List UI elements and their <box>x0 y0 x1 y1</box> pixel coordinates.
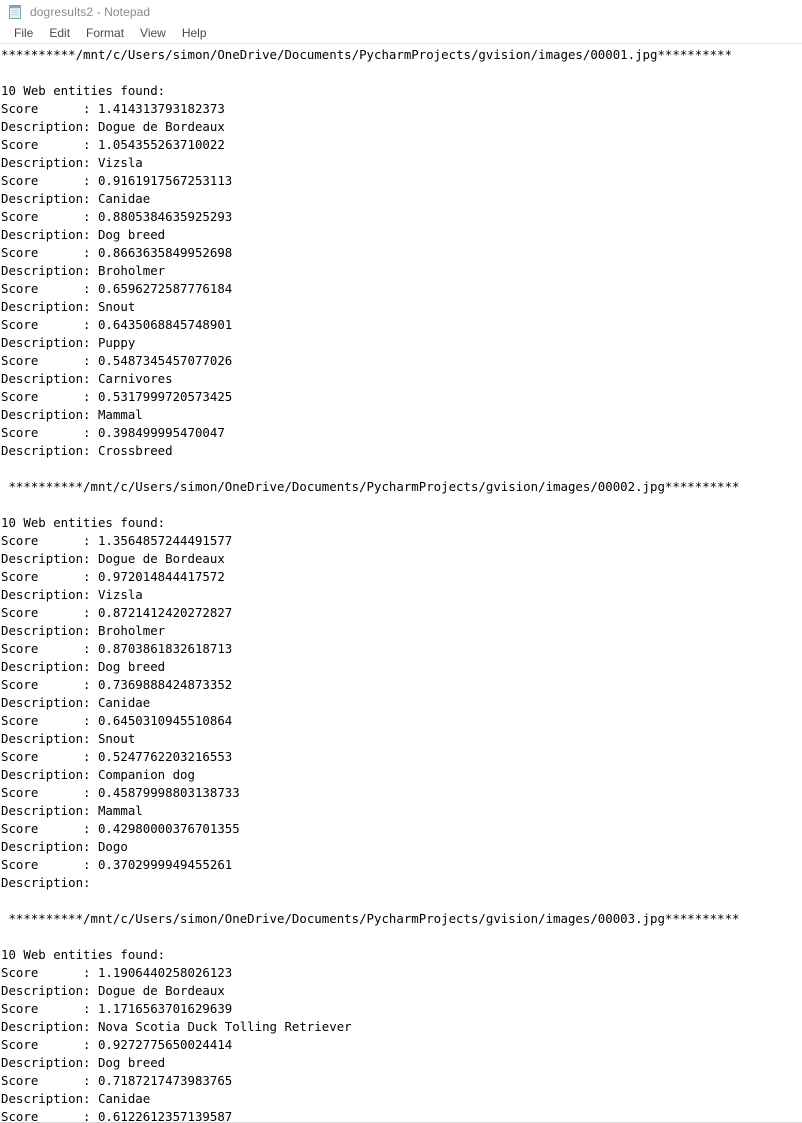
score-line: Score : 0.45879998803138733 <box>1 785 240 800</box>
score-line: Score : 0.8663635849952698 <box>1 245 233 260</box>
description-line: Description: Dog breed <box>1 659 166 674</box>
description-line: Description: Carnivores <box>1 371 173 386</box>
menu-item-file[interactable]: File <box>6 23 41 43</box>
score-line: Score : 0.972014844417572 <box>1 569 225 584</box>
description-line: Description: Crossbreed <box>1 443 173 458</box>
menu-bar: File Edit Format View Help <box>0 23 802 43</box>
score-line: Score : 0.3702999949455261 <box>1 857 233 872</box>
description-line: Description: Broholmer <box>1 623 166 638</box>
score-line: Score : 0.5317999720573425 <box>1 389 233 404</box>
description-line: Description: Mammal <box>1 407 143 422</box>
score-line: Score : 0.7187217473983765 <box>1 1073 233 1088</box>
description-line: Description: Snout <box>1 299 136 314</box>
score-line: Score : 0.6435068845748901 <box>1 317 233 332</box>
description-line: Description: Vizsla <box>1 587 143 602</box>
entity-count-line: 10 Web entities found: <box>1 515 166 530</box>
file-header-line: **********/mnt/c/Users/simon/OneDrive/Do… <box>1 47 733 62</box>
score-line: Score : 0.5247762203216553 <box>1 749 233 764</box>
score-line: Score : 1.3564857244491577 <box>1 533 233 548</box>
score-line: Score : 0.5487345457077026 <box>1 353 233 368</box>
menu-item-edit[interactable]: Edit <box>41 23 78 43</box>
score-line: Score : 0.8721412420272827 <box>1 605 233 620</box>
file-header-line: **********/mnt/c/Users/simon/OneDrive/Do… <box>1 479 740 494</box>
score-line: Score : 0.398499995470047 <box>1 425 225 440</box>
description-line: Description: Dog breed <box>1 227 166 242</box>
score-line: Score : 0.42980000376701355 <box>1 821 240 836</box>
document-text[interactable]: **********/mnt/c/Users/simon/OneDrive/Do… <box>0 46 802 1123</box>
score-line: Score : 1.414313793182373 <box>1 101 225 116</box>
score-line: Score : 1.054355263710022 <box>1 137 225 152</box>
score-line: Score : 0.9272775650024414 <box>1 1037 233 1052</box>
menu-item-view[interactable]: View <box>132 23 174 43</box>
description-line: Description: Broholmer <box>1 263 166 278</box>
description-line: Description: <box>1 875 98 890</box>
description-line: Description: Canidae <box>1 191 151 206</box>
file-header-line: **********/mnt/c/Users/simon/OneDrive/Do… <box>1 911 740 926</box>
score-line: Score : 0.6122612357139587 <box>1 1109 233 1123</box>
title-bar: dogresults2 - Notepad <box>0 0 802 23</box>
score-line: Score : 0.8703861832618713 <box>1 641 233 656</box>
score-line: Score : 1.1906440258026123 <box>1 965 233 980</box>
description-line: Description: Snout <box>1 731 136 746</box>
description-line: Description: Mammal <box>1 803 143 818</box>
entity-count-line: 10 Web entities found: <box>1 83 166 98</box>
menu-item-help[interactable]: Help <box>174 23 215 43</box>
description-line: Description: Vizsla <box>1 155 143 170</box>
score-line: Score : 0.6596272587776184 <box>1 281 233 296</box>
notepad-icon <box>7 4 23 20</box>
menu-item-format[interactable]: Format <box>78 23 132 43</box>
description-line: Description: Dogue de Bordeaux <box>1 119 225 134</box>
score-line: Score : 0.7369888424873352 <box>1 677 233 692</box>
entity-count-line: 10 Web entities found: <box>1 947 166 962</box>
description-line: Description: Dogue de Bordeaux <box>1 983 225 998</box>
description-line: Description: Companion dog <box>1 767 195 782</box>
description-line: Description: Canidae <box>1 1091 151 1106</box>
score-line: Score : 0.8805384635925293 <box>1 209 233 224</box>
score-line: Score : 1.1716563701629639 <box>1 1001 233 1016</box>
text-editor-area[interactable]: **********/mnt/c/Users/simon/OneDrive/Do… <box>0 44 802 1123</box>
score-line: Score : 0.6450310945510864 <box>1 713 233 728</box>
description-line: Description: Dogo <box>1 839 128 854</box>
description-line: Description: Dogue de Bordeaux <box>1 551 225 566</box>
description-line: Description: Puppy <box>1 335 136 350</box>
description-line: Description: Dog breed <box>1 1055 166 1070</box>
description-line: Description: Canidae <box>1 695 151 710</box>
notepad-window: dogresults2 - Notepad File Edit Format V… <box>0 0 802 1123</box>
description-line: Description: Nova Scotia Duck Tolling Re… <box>1 1019 352 1034</box>
window-title: dogresults2 - Notepad <box>30 4 151 19</box>
score-line: Score : 0.9161917567253113 <box>1 173 233 188</box>
